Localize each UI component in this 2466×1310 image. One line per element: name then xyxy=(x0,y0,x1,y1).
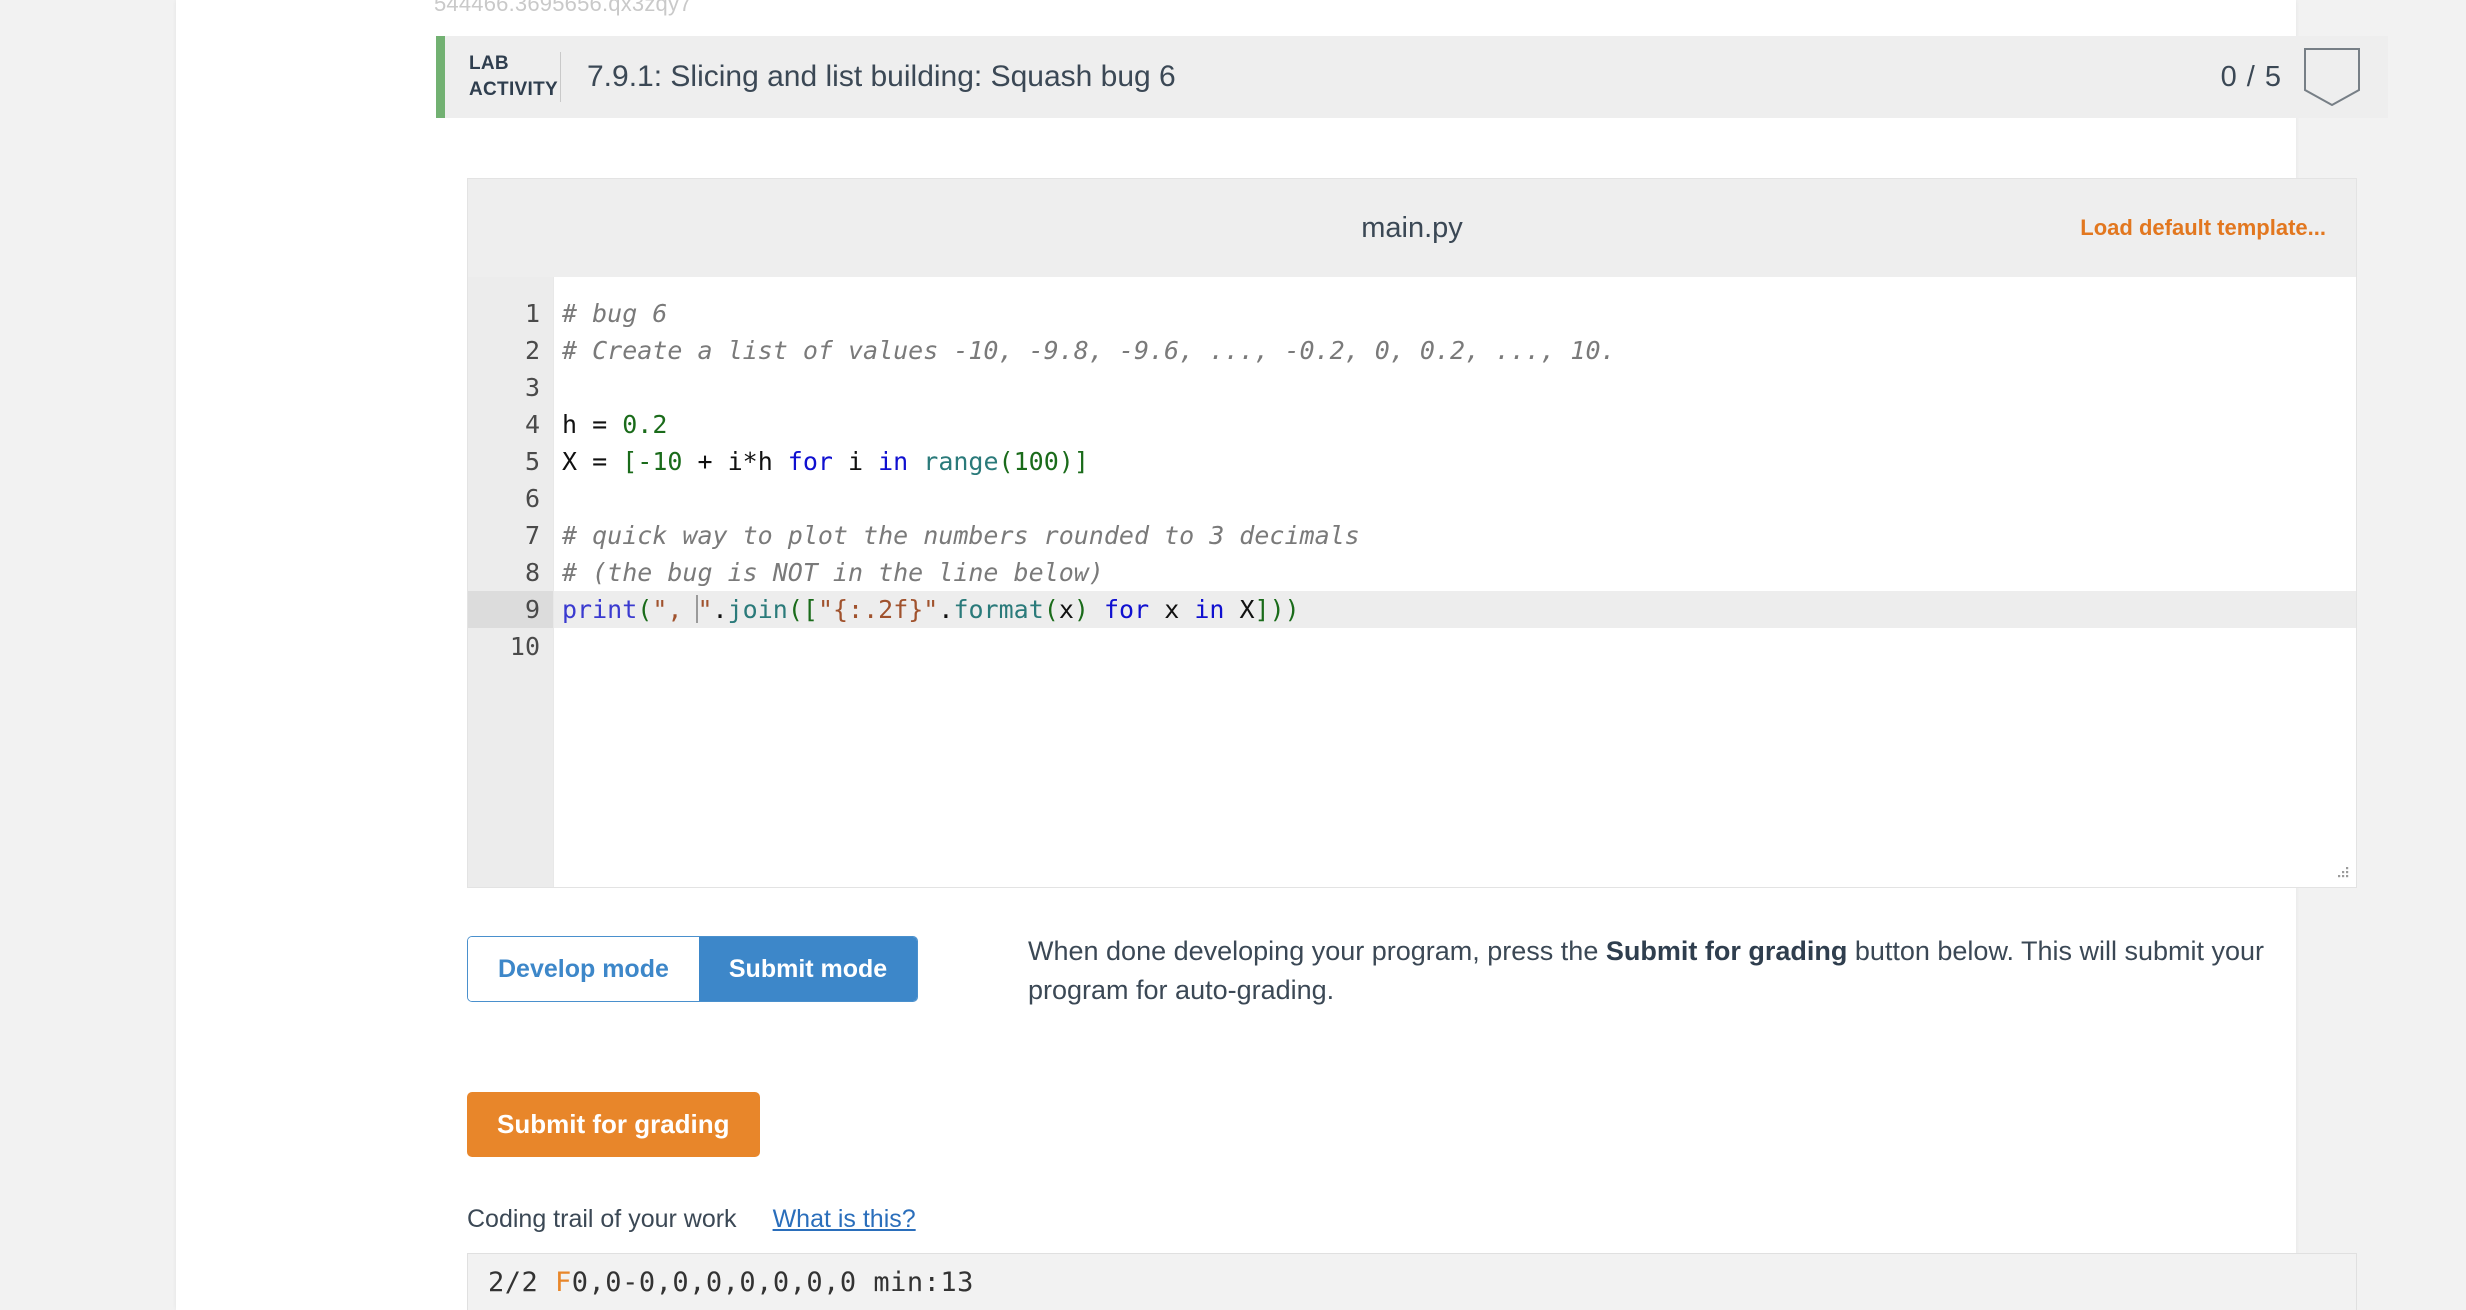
code-token xyxy=(908,447,923,476)
code-editor-panel: main.py Load default template... 1234567… xyxy=(467,178,2357,888)
content-card: 544466.3695656.qx3zqy7 LAB ACTIVITY 7.9.… xyxy=(176,0,2296,1310)
code-token: ] xyxy=(1255,595,1270,624)
pentagon-badge-icon xyxy=(2304,48,2360,106)
coding-trail-flag: F xyxy=(555,1267,572,1298)
partial-activity-id: 544466.3695656.qx3zqy7 xyxy=(434,0,692,17)
load-default-template-link[interactable]: Load default template... xyxy=(2080,215,2326,241)
lab-activity-type: LAB ACTIVITY xyxy=(445,36,560,118)
code-token: # (the bug is NOT in the line below) xyxy=(562,558,1104,587)
code-token: ] xyxy=(1074,447,1089,476)
code-token: # Create a list of values -10, -9.8, -9.… xyxy=(562,336,1616,365)
code-line[interactable]: X = [-10 + i*h for i in range(100)] xyxy=(554,443,2356,480)
submit-for-grading-button[interactable]: Submit for grading xyxy=(467,1092,760,1157)
coding-trail-label: Coding trail of your work xyxy=(467,1205,737,1234)
instructions-bold: Submit for grading xyxy=(1606,936,1847,966)
line-number: 4 xyxy=(468,406,553,443)
code-token: ", xyxy=(652,595,697,624)
line-number: 1 xyxy=(468,295,553,332)
code-token: " xyxy=(697,595,712,624)
score-value: 0 / 5 xyxy=(2221,61,2282,94)
instructions-part1: When done developing your program, press… xyxy=(1028,936,1606,966)
line-number: 9 xyxy=(468,591,553,628)
code-editor[interactable]: 12345678910 # bug 6 # Create a list of va… xyxy=(468,277,2356,887)
lab-accent-bar xyxy=(436,36,445,118)
mode-toggle-group[interactable]: Develop mode Submit mode xyxy=(467,936,918,1002)
line-number: 3 xyxy=(468,369,553,406)
code-line[interactable]: # (the bug is NOT in the line below) xyxy=(554,554,2356,591)
code-token: 100 xyxy=(1014,447,1059,476)
coding-trail-header: Coding trail of your work What is this? xyxy=(467,1205,916,1234)
filename-label: main.py xyxy=(1361,212,1463,245)
code-token: ) xyxy=(1059,447,1074,476)
lab-activity-header: LAB ACTIVITY 7.9.1: Slicing and list bui… xyxy=(436,36,2388,118)
code-token: ( xyxy=(788,595,803,624)
code-token: + i*h xyxy=(682,447,787,476)
code-token: x xyxy=(1059,595,1074,624)
coding-trail-prefix: 2/2 xyxy=(488,1267,555,1298)
what-is-this-link[interactable]: What is this? xyxy=(773,1205,916,1234)
code-token: ) xyxy=(1074,595,1089,624)
code-token: for xyxy=(1104,595,1149,624)
score-area: 0 / 5 xyxy=(2221,36,2388,118)
page-title: 7.9.1: Slicing and list building: Squash… xyxy=(561,36,2221,118)
code-line[interactable]: h = 0.2 xyxy=(554,406,2356,443)
lab-activity-type-line1: LAB xyxy=(469,51,560,77)
code-token: for xyxy=(788,447,833,476)
code-token: ( xyxy=(637,595,652,624)
code-editor-toolbar: main.py Load default template... xyxy=(468,179,2356,277)
code-token: format xyxy=(953,595,1043,624)
code-token: in xyxy=(1194,595,1224,624)
instructions-text: When done developing your program, press… xyxy=(1028,932,2328,1010)
code-token: join xyxy=(728,595,788,624)
line-number-gutter: 12345678910 xyxy=(468,277,554,887)
code-token: [ xyxy=(622,447,637,476)
code-token: [ xyxy=(803,595,818,624)
develop-mode-button[interactable]: Develop mode xyxy=(468,937,699,1001)
code-line[interactable]: # quick way to plot the numbers rounded … xyxy=(554,517,2356,554)
code-token: i xyxy=(833,447,878,476)
code-token: X xyxy=(1224,595,1254,624)
code-token: ) xyxy=(1285,595,1300,624)
code-line[interactable] xyxy=(554,628,2356,665)
code-token: ( xyxy=(999,447,1014,476)
code-token: -10 xyxy=(637,447,682,476)
code-token: print xyxy=(562,595,637,624)
code-line[interactable]: # bug 6 xyxy=(554,295,2356,332)
code-token: ( xyxy=(1044,595,1059,624)
code-text-area[interactable]: # bug 6 # Create a list of values -10, -9… xyxy=(554,277,2356,887)
line-number: 8 xyxy=(468,554,553,591)
lab-activity-type-line2: ACTIVITY xyxy=(469,77,560,103)
line-number: 5 xyxy=(468,443,553,480)
code-token: x xyxy=(1149,595,1194,624)
code-token: "{:.2f}" xyxy=(818,595,938,624)
resize-grip-icon[interactable] xyxy=(2333,864,2351,882)
code-token: ) xyxy=(1270,595,1285,624)
code-token: X = xyxy=(562,447,622,476)
code-token: # quick way to plot the numbers rounded … xyxy=(562,521,1360,550)
line-number: 2 xyxy=(468,332,553,369)
code-token: . xyxy=(938,595,953,624)
code-line[interactable]: print(", ".join(["{:.2f}".format(x) for … xyxy=(554,591,2356,628)
code-line[interactable] xyxy=(554,480,2356,517)
code-token: in xyxy=(878,447,908,476)
code-token: h = xyxy=(562,410,622,439)
code-token: range xyxy=(923,447,998,476)
code-line[interactable]: # Create a list of values -10, -9.8, -9.… xyxy=(554,332,2356,369)
submit-mode-button[interactable]: Submit mode xyxy=(699,937,917,1001)
code-token: . xyxy=(713,595,728,624)
coding-trail-detail: 0,0-0,0,0,0,0,0,0 min:13 xyxy=(572,1267,974,1298)
code-token: # bug 6 xyxy=(562,299,667,328)
code-token: 0.2 xyxy=(622,410,667,439)
line-number: 7 xyxy=(468,517,553,554)
line-number: 10 xyxy=(468,628,553,665)
code-line[interactable] xyxy=(554,369,2356,406)
line-number: 6 xyxy=(468,480,553,517)
coding-trail-bar: 2/2 F0,0-0,0,0,0,0,0,0 min:13 xyxy=(467,1253,2357,1310)
code-token xyxy=(1089,595,1104,624)
